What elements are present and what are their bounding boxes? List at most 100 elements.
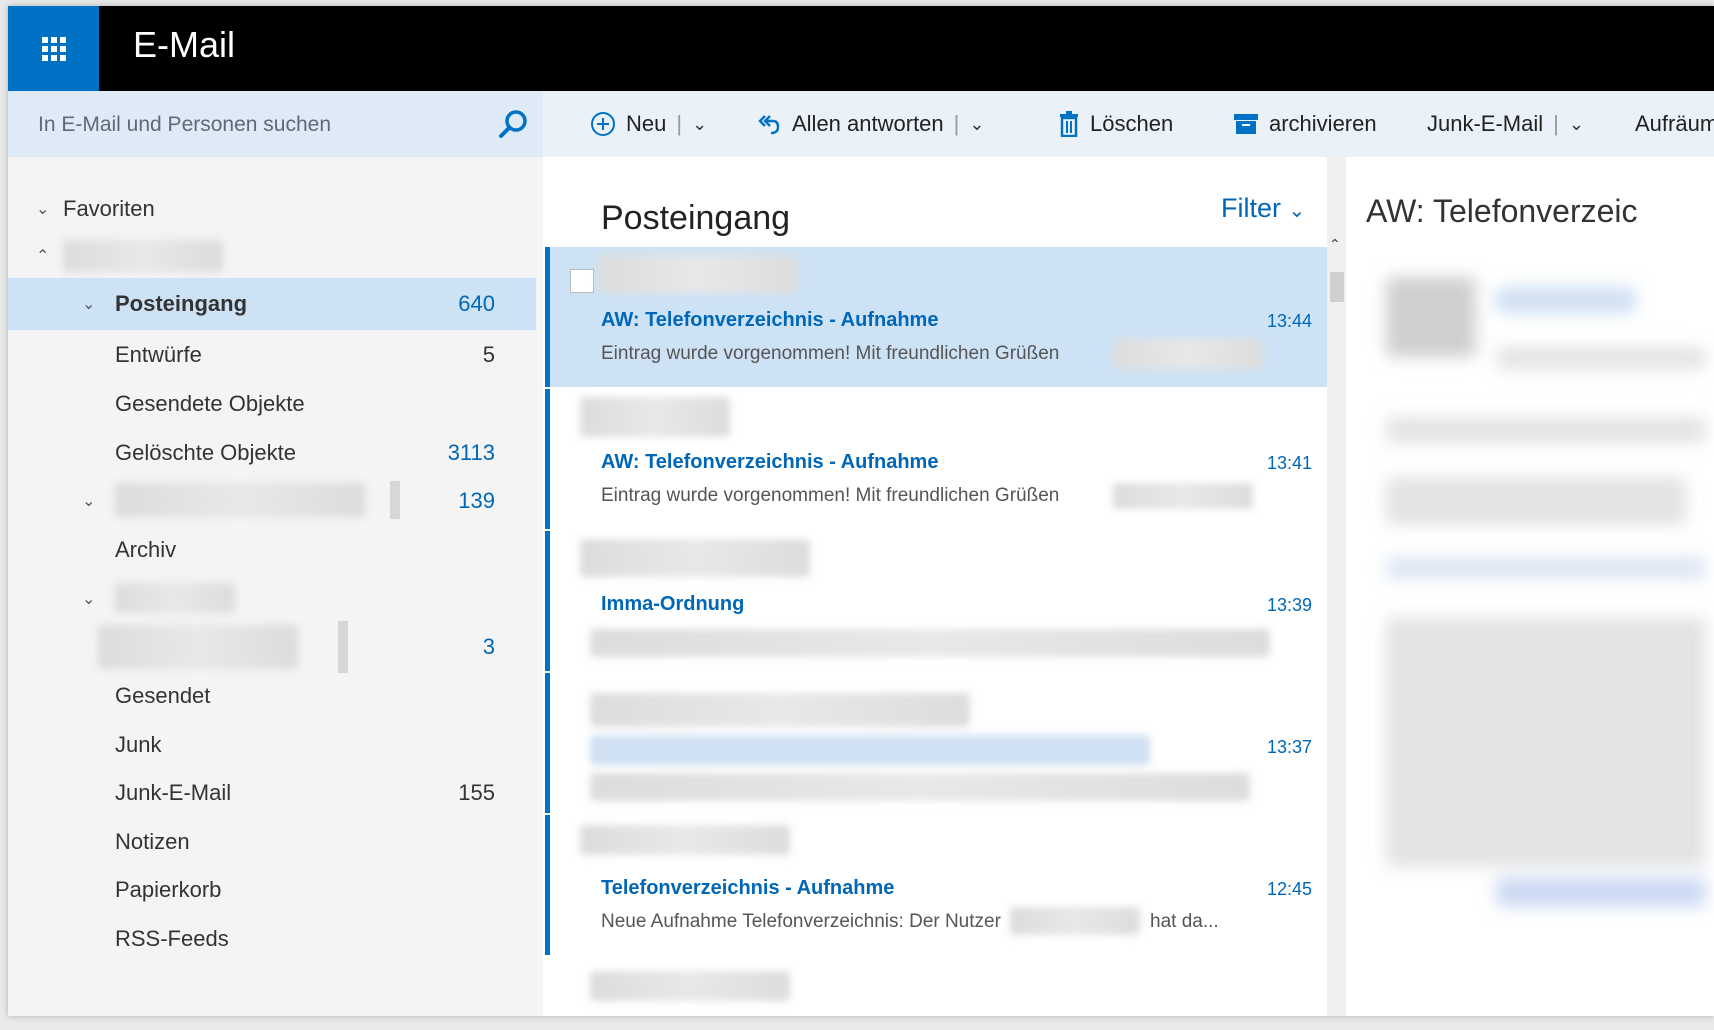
- chevron-down-icon: ⌄: [82, 296, 96, 313]
- command-bar: Neu | ⌄ Allen antworten | ⌄ Löschen arch…: [8, 91, 1714, 157]
- filter-button[interactable]: Filter ⌄: [1221, 193, 1305, 224]
- sidebar-item-entwuerfe[interactable]: Entwürfe 5: [8, 329, 543, 381]
- separator: |: [953, 111, 960, 136]
- message-subject: AW: Telefonverzeichnis - Aufnahme: [601, 309, 939, 331]
- chevron-up-icon: ⌃: [36, 248, 50, 265]
- redacted-group-name: [115, 583, 235, 613]
- chevron-down-icon[interactable]: ⌄: [1569, 114, 1584, 135]
- redacted-sender: [590, 693, 970, 727]
- separator: |: [1553, 111, 1559, 136]
- top-bar: E-Mail: [8, 6, 1714, 91]
- redacted-body-line: [1386, 417, 1706, 443]
- reading-title: AW: Telefonverzeic: [1366, 193, 1638, 229]
- chevron-down-icon[interactable]: ⌄: [969, 114, 984, 135]
- redacted-subject: [590, 735, 1150, 765]
- message-time: 12:45: [1266, 879, 1312, 899]
- archive-icon: [1233, 112, 1259, 136]
- search-icon[interactable]: [496, 107, 532, 143]
- message-subject: AW: Telefonverzeichnis - Aufnahme: [601, 451, 939, 473]
- message-item[interactable]: 13:37: [545, 673, 1332, 813]
- delete-label: Löschen: [1090, 111, 1174, 136]
- message-time: 13:37: [1266, 737, 1312, 757]
- favorites-header[interactable]: ⌄ Favoriten: [8, 183, 543, 235]
- junk-label: Junk-E-Mail: [1427, 111, 1544, 136]
- redacted-sender-name: [1496, 287, 1636, 313]
- sidebar-item-junk-e-mail[interactable]: Junk-E-Mail 155: [8, 767, 543, 819]
- message-time: 13:41: [1266, 453, 1312, 473]
- redacted-signature: [1113, 483, 1253, 509]
- message-item[interactable]: AW: Telefonverzeichnis - Aufnahme 13:41 …: [545, 389, 1332, 529]
- search-box: [8, 91, 543, 157]
- chevron-down-icon: ⌄: [1288, 200, 1306, 222]
- waffle-icon: [41, 36, 66, 61]
- sidebar-item-redacted-subfolder[interactable]: 3: [8, 621, 543, 673]
- redacted-folder-name: [115, 483, 365, 517]
- list-title: Posteingang: [601, 199, 791, 237]
- sidebar-item-gesendete-objekte[interactable]: Gesendete Objekte: [8, 378, 543, 430]
- delete-button[interactable]: Löschen: [1058, 108, 1173, 140]
- message-list: Posteingang Filter ⌄ AW: Telefonverzeich…: [545, 157, 1347, 1016]
- redacted-preview: [590, 773, 1250, 801]
- folder-pane: ⌄ Favoriten ⌃ ⌄ Posteingang 640 Entwürfe…: [8, 157, 543, 1016]
- message-preview: Neue Aufnahme Telefonverzeichnis: Der Nu…: [601, 911, 1001, 932]
- redacted-preview: [590, 629, 1270, 657]
- redacted-sender: [580, 825, 790, 855]
- message-preview: Eintrag wurde vorgenommen! Mit freundlic…: [601, 343, 1060, 364]
- sidebar-item-archiv[interactable]: Archiv: [8, 524, 543, 576]
- redacted-recipients: [1496, 347, 1706, 369]
- account-header[interactable]: ⌃: [8, 230, 543, 282]
- message-subject: Imma-Ordnung: [601, 593, 745, 615]
- redacted-body-block: [1386, 617, 1706, 867]
- reply-all-label: Allen antworten: [792, 111, 944, 136]
- new-button[interactable]: Neu | ⌄: [590, 108, 707, 140]
- reply-all-button[interactable]: Allen antworten | ⌄: [756, 108, 984, 140]
- redacted-body-line: [1386, 557, 1706, 579]
- scrollbar-thumb[interactable]: [1330, 272, 1344, 302]
- sidebar-item-redacted-folder[interactable]: ⌄ 139: [8, 475, 543, 527]
- sidebar-item-rss-feeds[interactable]: RSS-Feeds: [8, 913, 543, 965]
- trash-icon: [1058, 111, 1080, 137]
- chevron-down-icon: ⌄: [36, 201, 50, 218]
- filter-label: Filter: [1221, 193, 1281, 223]
- message-item[interactable]: Telefonverzeichnis - Aufnahme 12:45 Neue…: [545, 815, 1332, 955]
- redacted-sender: [598, 255, 798, 293]
- app-title: E-Mail: [133, 24, 236, 65]
- archive-button[interactable]: archivieren: [1233, 108, 1377, 140]
- message-item[interactable]: Imma-Ordnung 13:39: [545, 531, 1332, 671]
- sidebar-item-notizen[interactable]: Notizen: [8, 816, 543, 868]
- reply-all-icon: [756, 111, 782, 137]
- separator: |: [676, 111, 683, 136]
- search-input[interactable]: [36, 107, 480, 143]
- message-item[interactable]: [545, 957, 1332, 1016]
- redacted-account: [63, 240, 223, 272]
- message-preview-tail: hat da...: [1150, 911, 1219, 932]
- message-item[interactable]: AW: Telefonverzeichnis - Aufnahme 13:44 …: [545, 247, 1332, 387]
- chevron-down-icon: ⌄: [82, 493, 96, 510]
- sidebar-item-redacted-group[interactable]: ⌄: [8, 573, 543, 625]
- select-checkbox[interactable]: [570, 269, 594, 293]
- cleanup-button[interactable]: Aufräum: [1635, 108, 1714, 140]
- sidebar-item-papierkorb[interactable]: Papierkorb: [8, 864, 543, 916]
- chevron-down-icon[interactable]: ⌄: [692, 114, 707, 135]
- redacted-body-line: [1386, 477, 1686, 525]
- junk-button[interactable]: Junk-E-Mail | ⌄: [1427, 108, 1584, 140]
- redacted-signature: [1113, 339, 1263, 369]
- app-launcher-button[interactable]: [8, 6, 99, 91]
- message-subject: Telefonverzeichnis - Aufnahme: [601, 877, 895, 899]
- sidebar-item-gesendet[interactable]: Gesendet: [8, 670, 543, 722]
- redaction-edge: [338, 621, 348, 673]
- app-window: E-Mail Neu | ⌄ Allen antworten | ⌄: [8, 6, 1714, 1016]
- avatar: [1386, 277, 1476, 357]
- chevron-up-icon[interactable]: ⌃: [1329, 237, 1341, 253]
- message-preview: Eintrag wurde vorgenommen! Mit freundlic…: [601, 485, 1060, 506]
- new-label: Neu: [626, 111, 667, 136]
- redacted-sender: [580, 539, 810, 577]
- redacted-sender: [590, 971, 790, 1001]
- redacted-username: [1010, 907, 1140, 935]
- cleanup-label: Aufräum: [1635, 111, 1714, 136]
- message-time: 13:44: [1266, 311, 1312, 331]
- sidebar-item-junk[interactable]: Junk: [8, 719, 543, 771]
- sidebar-item-posteingang[interactable]: ⌄ Posteingang 640: [8, 278, 536, 330]
- message-time: 13:39: [1266, 595, 1312, 615]
- sidebar-item-geloeschte-objekte[interactable]: Gelöschte Objekte 3113: [8, 427, 543, 479]
